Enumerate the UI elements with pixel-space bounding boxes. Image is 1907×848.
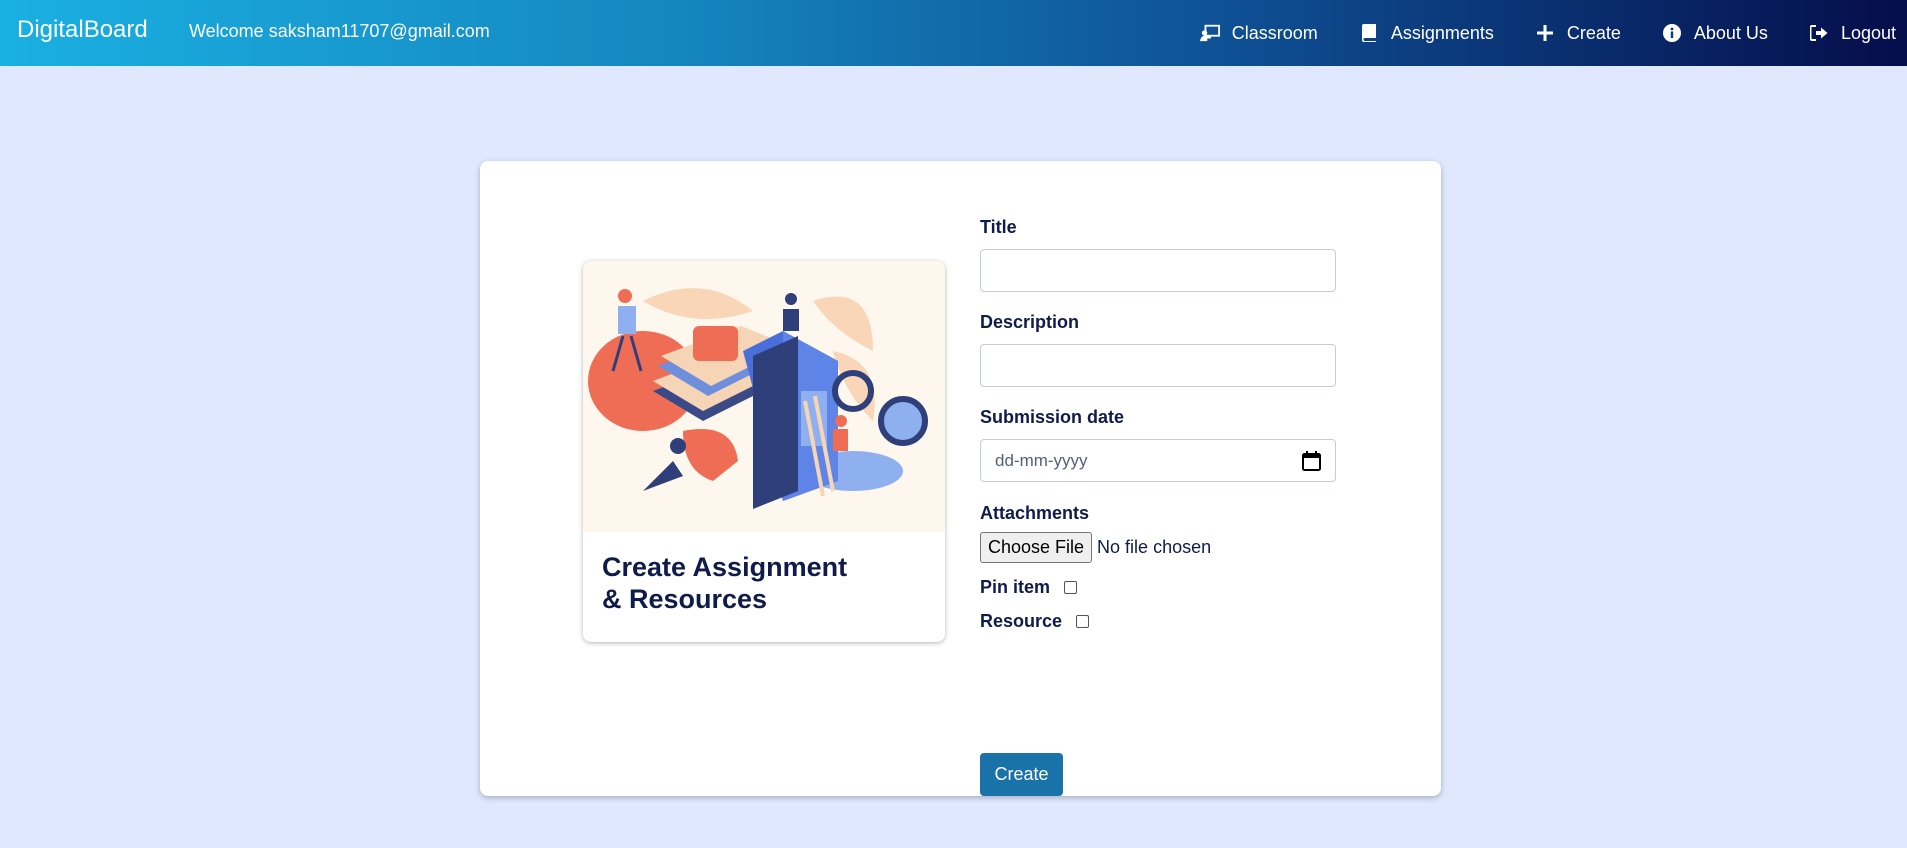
nav-links: Classroom Assignments Create About Us Lo… [1199, 0, 1907, 66]
submission-date-input[interactable]: dd-mm-yyyy [980, 439, 1336, 482]
resource-label: Resource [980, 611, 1063, 631]
brand-logo[interactable]: DigitalBoard [17, 16, 148, 44]
book-icon [1359, 23, 1379, 43]
nav-about-label: About Us [1693, 22, 1768, 43]
file-input: Choose File No file chosen [980, 532, 1380, 563]
resource-row: Resource [980, 611, 1380, 632]
pin-item-checkbox[interactable] [1064, 581, 1078, 594]
illustration-image [583, 261, 945, 532]
create-panel: Create Assignment & Resources Title Desc… [480, 161, 1441, 796]
chalkboard-teacher-icon [1199, 23, 1220, 43]
card-title-line2: & Resources [602, 584, 768, 614]
welcome-text: Welcome saksham11707@gmail.com [189, 21, 490, 41]
resource-checkbox[interactable] [1076, 615, 1090, 628]
card-title-line1: Create Assignment [602, 552, 848, 582]
nav-create-label: Create [1566, 22, 1621, 43]
pin-item-label: Pin item [980, 577, 1051, 597]
sign-out-icon [1809, 23, 1829, 43]
nav-logout-label: Logout [1840, 22, 1896, 43]
card-title: Create Assignment & Resources [602, 551, 847, 615]
create-card: Create Assignment & Resources [583, 261, 945, 642]
navbar: DigitalBoard Welcome saksham11707@gmail.… [0, 0, 1907, 66]
title-input[interactable] [980, 249, 1336, 292]
nav-classroom[interactable]: Classroom [1199, 22, 1318, 44]
title-label: Title [980, 217, 1017, 237]
nav-about[interactable]: About Us [1662, 23, 1768, 44]
plus-icon [1535, 23, 1555, 43]
calendar-icon[interactable] [1302, 451, 1321, 476]
file-status: No file chosen [1097, 537, 1212, 557]
create-button[interactable]: Create [980, 753, 1063, 796]
attachments-label: Attachments [980, 503, 1090, 523]
date-placeholder: dd-mm-yyyy [995, 450, 1088, 470]
nav-assignments[interactable]: Assignments [1359, 23, 1494, 44]
nav-assignments-label: Assignments [1390, 22, 1494, 43]
description-input[interactable] [980, 344, 1336, 387]
description-label: Description [980, 312, 1080, 332]
pin-item-row: Pin item [980, 577, 1380, 598]
create-form: Title Description Submission date dd-mm-… [980, 217, 1380, 796]
nav-classroom-label: Classroom [1231, 22, 1318, 43]
nav-create[interactable]: Create [1535, 23, 1621, 44]
info-circle-icon [1662, 23, 1682, 43]
submission-date-label: Submission date [980, 407, 1125, 427]
nav-logout[interactable]: Logout [1809, 23, 1896, 44]
choose-file-button[interactable]: Choose File [980, 532, 1093, 563]
